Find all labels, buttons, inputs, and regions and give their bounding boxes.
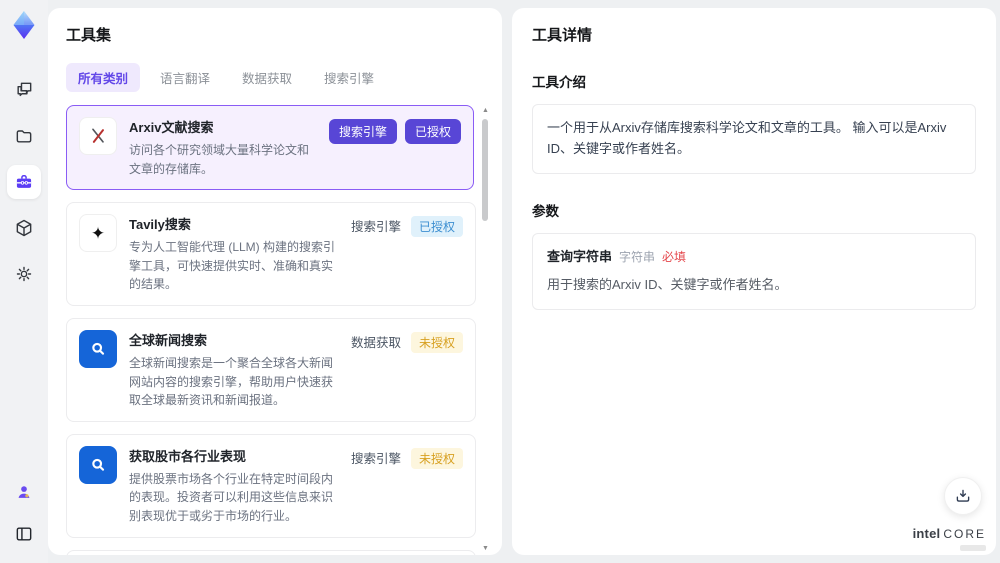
tool-description: 访问各个研究领域大量科学论文和文章的存储库。	[129, 143, 310, 176]
cube-icon	[14, 218, 34, 238]
tool-card-active-stocks[interactable]: 获取市场最活跃股票信息 提供当天交易量最高的股票列表。投资者可以利用这些信息来识…	[66, 549, 476, 555]
sidebar	[0, 0, 48, 563]
tab-language-translation[interactable]: 语言翻译	[148, 63, 222, 92]
category-tag-button[interactable]: 搜索引擎	[328, 119, 397, 144]
status-badge: 已授权	[410, 216, 463, 238]
tool-name: 获取股市各行业表现	[129, 448, 247, 464]
user-avatar[interactable]	[7, 475, 41, 509]
sidebar-item-packages[interactable]	[7, 211, 41, 245]
details-title: 工具详情	[532, 27, 593, 44]
scrollbar: ▲ ▼	[481, 105, 490, 555]
scroll-down-icon[interactable]: ▼	[481, 545, 490, 553]
param-required-flag: 必填	[662, 249, 687, 264]
download-icon	[954, 487, 972, 505]
intel-core-logo: intel CORE	[913, 525, 986, 551]
tool-list: Arxiv文献搜索 访问各个研究领域大量科学论文和文章的存储库。 搜索引擎 已授…	[66, 105, 490, 555]
tool-name: 全球新闻搜索	[129, 332, 208, 348]
user-icon	[14, 482, 34, 502]
gear-icon	[14, 264, 34, 284]
scroll-up-icon[interactable]: ▲	[481, 107, 490, 115]
tool-details-panel: 工具详情 工具介绍 一个用于从Arxiv存储库搜索科学论文和文章的工具。 输入可…	[512, 8, 996, 555]
news-search-logo-icon	[79, 329, 117, 368]
tavily-logo-icon: ✦	[79, 214, 117, 253]
toolbox-icon	[14, 172, 34, 192]
intro-box: 一个用于从Arxiv存储库搜索科学论文和文章的工具。 输入可以是Arxiv ID…	[532, 104, 976, 174]
params-heading: 参数	[532, 203, 559, 219]
tool-description: 专为人工智能代理 (LLM) 构建的搜索引擎工具，可快速提供实时、准确和真实的结…	[129, 240, 336, 292]
sidebar-item-tools[interactable]	[7, 165, 41, 199]
param-box: 查询字符串 字符串 必填 用于搜索的Arxiv ID、关键字或作者姓名。	[532, 232, 976, 311]
scrollbar-thumb[interactable]	[482, 119, 488, 221]
arxiv-logo-icon	[79, 117, 117, 155]
tab-all-categories[interactable]: 所有类别	[66, 63, 141, 92]
folder-icon	[14, 126, 34, 146]
tab-search-engine[interactable]: 搜索引擎	[312, 63, 386, 92]
category-label: 搜索引擎	[350, 451, 401, 466]
category-label: 数据获取	[350, 335, 401, 350]
collapse-sidebar-button[interactable]	[7, 517, 41, 551]
panel-layout-icon	[14, 524, 34, 544]
category-label: 搜索引擎	[350, 220, 401, 235]
sidebar-nav	[0, 73, 48, 291]
tool-description: 全球新闻搜索是一个聚合全球各大新闻网站内容的搜索引擎，帮助用户快速获取全球最新资…	[129, 355, 334, 408]
param-name: 查询字符串	[547, 248, 613, 264]
authorized-badge-button[interactable]: 已授权	[404, 119, 461, 144]
tool-card-tavily[interactable]: ✦ Tavily搜索 专为人工智能代理 (LLM) 构建的搜索引擎工具，可快速提…	[66, 202, 476, 306]
main-content: 工具集 所有类别 语言翻译 数据获取 搜索引擎 Arxiv文献搜索 访问各个研究…	[48, 8, 996, 555]
page-title: 工具集	[66, 27, 112, 44]
tab-data-fetch[interactable]: 数据获取	[230, 63, 304, 92]
param-description: 用于搜索的Arxiv ID、关键字或作者姓名。	[547, 277, 788, 293]
param-type: 字符串	[619, 249, 656, 264]
sidebar-bottom	[0, 475, 48, 551]
intro-heading: 工具介绍	[532, 75, 586, 90]
intel-core-sub-badge	[960, 545, 986, 551]
chat-icon	[14, 80, 34, 100]
app-window: 工具集 所有类别 语言翻译 数据获取 搜索引擎 Arxiv文献搜索 访问各个研究…	[0, 0, 1000, 563]
app-logo-icon[interactable]	[10, 10, 38, 40]
sidebar-item-chat[interactable]	[7, 73, 41, 107]
status-badge: 未授权	[410, 447, 463, 469]
category-tabs: 所有类别 语言翻译 数据获取 搜索引擎	[66, 63, 490, 92]
tool-card-stock-sectors[interactable]: 获取股市各行业表现 提供股票市场各个行业在特定时间段内的表现。投资者可以利用这些…	[66, 433, 476, 538]
download-button[interactable]	[944, 477, 982, 515]
news-search-logo-icon	[79, 445, 117, 484]
tool-name: Arxiv文献搜索	[129, 120, 214, 135]
sidebar-item-files[interactable]	[7, 119, 41, 153]
intel-wordmark: intel	[912, 526, 941, 541]
tool-card-arxiv[interactable]: Arxiv文献搜索 访问各个研究领域大量科学论文和文章的存储库。 搜索引擎 已授…	[66, 105, 474, 191]
tool-name: Tavily搜索	[129, 217, 191, 233]
status-badge: 未授权	[410, 331, 463, 353]
core-wordmark: CORE	[943, 527, 986, 541]
sidebar-item-settings[interactable]	[7, 257, 41, 291]
tool-list-panel: 工具集 所有类别 语言翻译 数据获取 搜索引擎 Arxiv文献搜索 访问各个研究…	[48, 8, 502, 555]
tool-card-global-news[interactable]: 全球新闻搜索 全球新闻搜索是一个聚合全球各大新闻网站内容的搜索引擎，帮助用户快速…	[66, 317, 476, 422]
tool-description: 提供股票市场各个行业在特定时间段内的表现。投资者可以利用这些信息来识别表现优于或…	[129, 471, 334, 523]
